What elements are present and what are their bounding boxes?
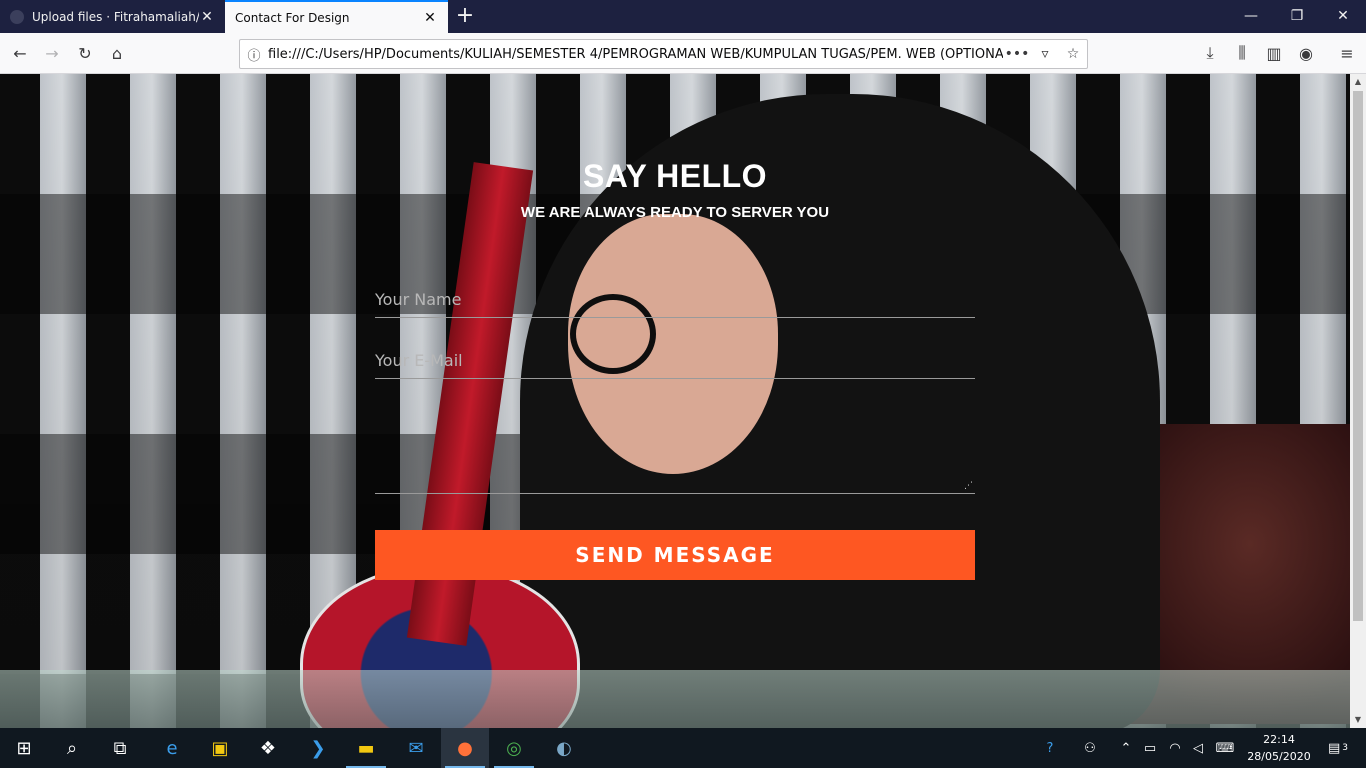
system-clock[interactable]: 22:14 28/05/2020 — [1240, 731, 1318, 765]
mail-icon: ✉ — [408, 737, 424, 759]
account-icon: ◉ — [1299, 43, 1313, 63]
address-bar[interactable]: ⓘ file:///C:/Users/HP/Documents/KULIAH/S… — [239, 39, 1088, 69]
search-button[interactable]: ⌕ — [48, 728, 96, 768]
email-input[interactable] — [375, 343, 975, 379]
help-tray-button[interactable]: ? — [1036, 728, 1064, 768]
account-button[interactable]: ◉ — [1292, 39, 1320, 67]
postgres-taskbar-button[interactable]: ◐ — [540, 728, 588, 768]
close-window-button[interactable]: ✕ — [1320, 0, 1366, 33]
form-subheading: WE ARE ALWAYS READY TO SERVER YOU — [520, 204, 830, 221]
plus-icon: + — [455, 3, 475, 28]
chrome-icon: ◎ — [506, 737, 522, 759]
tab-strip: Upload files · Fitrahamaliah/Tu ✕ Contac… — [0, 0, 1366, 33]
menu-button[interactable]: ≡ — [1333, 39, 1361, 67]
notification-icon: ▤ — [1327, 740, 1341, 756]
scroll-down-arrow-icon[interactable]: ▼ — [1350, 712, 1366, 728]
page-scrollbar[interactable]: ▲ ▼ — [1350, 74, 1366, 728]
help-icon: ? — [1046, 740, 1054, 756]
contact-page: SAY HELLO WE ARE ALWAYS READY TO SERVER … — [0, 74, 1350, 728]
url-text[interactable]: file:///C:/Users/HP/Documents/KULIAH/SEM… — [268, 47, 1003, 62]
elephant-icon: ◐ — [556, 737, 572, 759]
tab-title: Upload files · Fitrahamaliah/Tu — [32, 9, 199, 24]
close-tab-icon[interactable]: ✕ — [199, 9, 215, 25]
chevron-up-icon: ⌃ — [1120, 740, 1132, 756]
page-actions-icon[interactable]: ••• — [1003, 46, 1031, 62]
reload-icon: ↻ — [78, 43, 92, 63]
store-icon: ▣ — [211, 737, 229, 759]
pocket-icon[interactable]: ▿ — [1031, 46, 1059, 62]
download-icon: ⤓ — [1206, 43, 1214, 62]
start-button[interactable]: ⊞ — [0, 728, 48, 768]
back-arrow-icon: ← — [13, 43, 27, 63]
keyboard-icon: ⌨ — [1215, 740, 1235, 756]
action-center-button[interactable]: ▤ 3 — [1320, 728, 1356, 768]
resize-grip-icon[interactable]: ⋰ — [964, 482, 973, 491]
sidebar-icon: ▥ — [1266, 43, 1282, 63]
people-icon: ⚇ — [1084, 740, 1096, 756]
people-tray-button[interactable]: ⚇ — [1078, 728, 1102, 768]
battery-tray-button[interactable]: ▭ — [1140, 728, 1160, 768]
downloads-button[interactable]: ⤓ — [1196, 39, 1224, 67]
dropbox-taskbar-button[interactable]: ❖ — [244, 728, 292, 768]
minimize-button[interactable]: — — [1228, 0, 1274, 33]
edge-taskbar-button[interactable]: e — [148, 728, 196, 768]
explorer-taskbar-button[interactable]: ▬ — [342, 728, 390, 768]
sidebar-button[interactable]: ▥ — [1260, 39, 1288, 67]
clock-time: 22:14 — [1263, 733, 1295, 746]
mail-taskbar-button[interactable]: ✉ — [392, 728, 440, 768]
scroll-up-arrow-icon[interactable]: ▲ — [1350, 74, 1366, 90]
windows-taskbar: ⊞ ⌕ ⧉ e ▣ ❖ ❯ ▬ ✉ ● ◎ ◐ ? ⚇ ⌃ ▭ ◠ ◁ ⌨ 22… — [0, 728, 1366, 768]
send-message-button[interactable]: SEND MESSAGE — [375, 530, 975, 580]
volume-tray-button[interactable]: ◁ — [1188, 728, 1208, 768]
firefox-taskbar-button[interactable]: ● — [441, 728, 489, 768]
wifi-tray-button[interactable]: ◠ — [1164, 728, 1186, 768]
chrome-taskbar-button[interactable]: ◎ — [490, 728, 538, 768]
close-tab-icon[interactable]: ✕ — [422, 10, 438, 26]
task-view-button[interactable]: ⧉ — [96, 728, 144, 768]
windows-logo-icon: ⊞ — [16, 737, 32, 759]
navigation-toolbar: ← → ↻ ⌂ ⓘ file:///C:/Users/HP/Documents/… — [0, 33, 1366, 74]
home-button[interactable]: ⌂ — [103, 39, 131, 67]
vscode-icon: ❯ — [310, 737, 326, 759]
scrollbar-thumb[interactable] — [1353, 91, 1363, 621]
home-icon: ⌂ — [111, 43, 123, 63]
search-icon: ⌕ — [66, 737, 78, 759]
show-hidden-icons-button[interactable]: ⌃ — [1116, 728, 1136, 768]
background-table — [0, 670, 1350, 728]
bookmark-star-icon[interactable]: ☆ — [1059, 46, 1087, 62]
folder-icon: ▬ — [357, 737, 375, 759]
form-heading: SAY HELLO — [582, 158, 768, 194]
forward-arrow-icon: → — [45, 43, 59, 63]
store-taskbar-button[interactable]: ▣ — [196, 728, 244, 768]
library-button[interactable]: ⫼ — [1228, 39, 1256, 67]
back-button[interactable]: ← — [6, 39, 34, 67]
message-textarea[interactable] — [375, 454, 975, 494]
restore-button[interactable]: ❐ — [1274, 0, 1320, 33]
vscode-taskbar-button[interactable]: ❯ — [294, 728, 342, 768]
keyboard-tray-button[interactable]: ⌨ — [1212, 728, 1238, 768]
tab-contact-for-design[interactable]: Contact For Design ✕ — [225, 0, 448, 33]
notification-count: 3 — [1342, 743, 1349, 753]
new-tab-button[interactable]: + — [452, 4, 478, 30]
tab-title: Contact For Design — [235, 10, 350, 25]
forward-button[interactable]: → — [38, 39, 66, 67]
name-input[interactable] — [375, 282, 975, 318]
hamburger-menu-icon: ≡ — [1340, 43, 1354, 63]
clock-date: 28/05/2020 — [1247, 750, 1311, 763]
firefox-icon: ● — [457, 737, 473, 759]
reload-button[interactable]: ↻ — [71, 39, 99, 67]
library-icon: ⫼ — [1238, 43, 1246, 62]
wifi-icon: ◠ — [1169, 740, 1181, 756]
dropbox-icon: ❖ — [259, 737, 277, 759]
github-icon — [10, 9, 24, 24]
battery-icon: ▭ — [1143, 740, 1157, 756]
tab-upload-files[interactable]: Upload files · Fitrahamaliah/Tu ✕ — [0, 0, 225, 33]
edge-icon: e — [166, 737, 178, 759]
site-info-icon[interactable]: ⓘ — [240, 45, 268, 64]
task-view-icon: ⧉ — [113, 737, 127, 759]
speaker-icon: ◁ — [1193, 740, 1203, 756]
